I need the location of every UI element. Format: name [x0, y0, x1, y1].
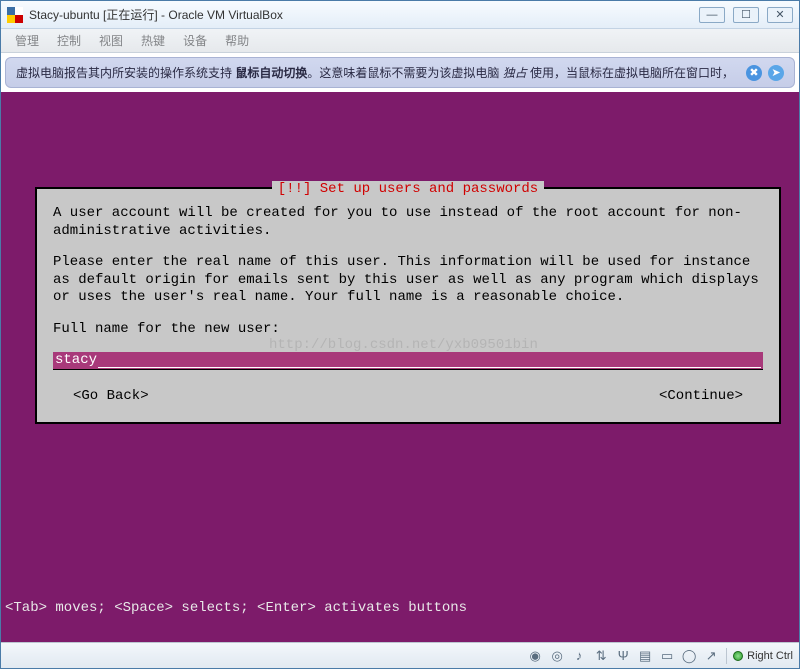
banner-italic: 独占: [503, 66, 527, 80]
network-icon[interactable]: ⇅: [592, 647, 610, 665]
host-key-label: Right Ctrl: [747, 650, 793, 662]
minimize-button[interactable]: —: [699, 7, 725, 23]
banner-info-icon[interactable]: ➤: [768, 65, 784, 81]
host-key-led-icon: [733, 651, 743, 661]
banner-prefix: 虚拟电脑报告其内所安装的操作系统支持: [16, 66, 235, 80]
usb-icon[interactable]: Ψ: [614, 647, 632, 665]
menu-view[interactable]: 视图: [91, 30, 131, 51]
mouse-integration-icon[interactable]: ↗: [702, 647, 720, 665]
window-controls: — ☐ ✕: [699, 7, 793, 23]
maximize-button[interactable]: ☐: [733, 7, 759, 23]
hdd-icon[interactable]: ◉: [526, 647, 544, 665]
dialog-prompt: Full name for the new user:: [53, 321, 763, 339]
window-title: Stacy-ubuntu [正在运行] - Oracle VM VirtualB…: [29, 6, 699, 23]
dialog-title: [!!] Set up users and passwords: [272, 181, 544, 197]
recording-icon[interactable]: ◯: [680, 647, 698, 665]
input-underline: [98, 354, 761, 368]
virtualbox-icon: [7, 7, 23, 23]
menu-manage[interactable]: 管理: [7, 30, 47, 51]
mouse-integration-banner: 虚拟电脑报告其内所安装的操作系统支持 鼠标自动切换。这意味着鼠标不需要为该虚拟电…: [5, 57, 795, 88]
audio-icon[interactable]: ♪: [570, 647, 588, 665]
menubar: 管理 控制 视图 热键 设备 帮助: [1, 29, 799, 53]
continue-button[interactable]: <Continue>: [659, 388, 743, 406]
guest-display[interactable]: [!!] Set up users and passwords A user a…: [1, 92, 799, 642]
statusbar: ◉ ◎ ♪ ⇅ Ψ ▤ ▭ ◯ ↗ Right Ctrl: [1, 642, 799, 668]
key-hint: <Tab> moves; <Space> selects; <Enter> ac…: [5, 600, 467, 616]
dialog-paragraph-1: A user account will be created for you t…: [53, 205, 763, 240]
fullname-value: stacy: [55, 352, 97, 370]
display-icon[interactable]: ▭: [658, 647, 676, 665]
menu-hotkey[interactable]: 热键: [133, 30, 173, 51]
titlebar[interactable]: Stacy-ubuntu [正在运行] - Oracle VM VirtualB…: [1, 1, 799, 29]
host-key-indicator[interactable]: Right Ctrl: [733, 650, 793, 662]
close-button[interactable]: ✕: [767, 7, 793, 23]
installer-dialog: [!!] Set up users and passwords A user a…: [35, 187, 781, 424]
virtualbox-window: Stacy-ubuntu [正在运行] - Oracle VM VirtualB…: [0, 0, 800, 669]
banner-bold: 鼠标自动切换: [235, 66, 307, 80]
go-back-button[interactable]: <Go Back>: [73, 388, 149, 406]
status-separator: [726, 648, 727, 664]
optical-icon[interactable]: ◎: [548, 647, 566, 665]
shared-folder-icon[interactable]: ▤: [636, 647, 654, 665]
banner-suffix: 使用，当鼠标在虚拟电脑所在窗口时，: [527, 66, 734, 80]
menu-help[interactable]: 帮助: [217, 30, 257, 51]
fullname-input[interactable]: stacy: [53, 352, 763, 370]
menu-control[interactable]: 控制: [49, 30, 89, 51]
menu-devices[interactable]: 设备: [175, 30, 215, 51]
banner-dismiss-icon[interactable]: ✖: [746, 65, 762, 81]
dialog-paragraph-2: Please enter the real name of this user.…: [53, 254, 763, 307]
banner-mid: 。这意味着鼠标不需要为该虚拟电脑: [307, 66, 502, 80]
